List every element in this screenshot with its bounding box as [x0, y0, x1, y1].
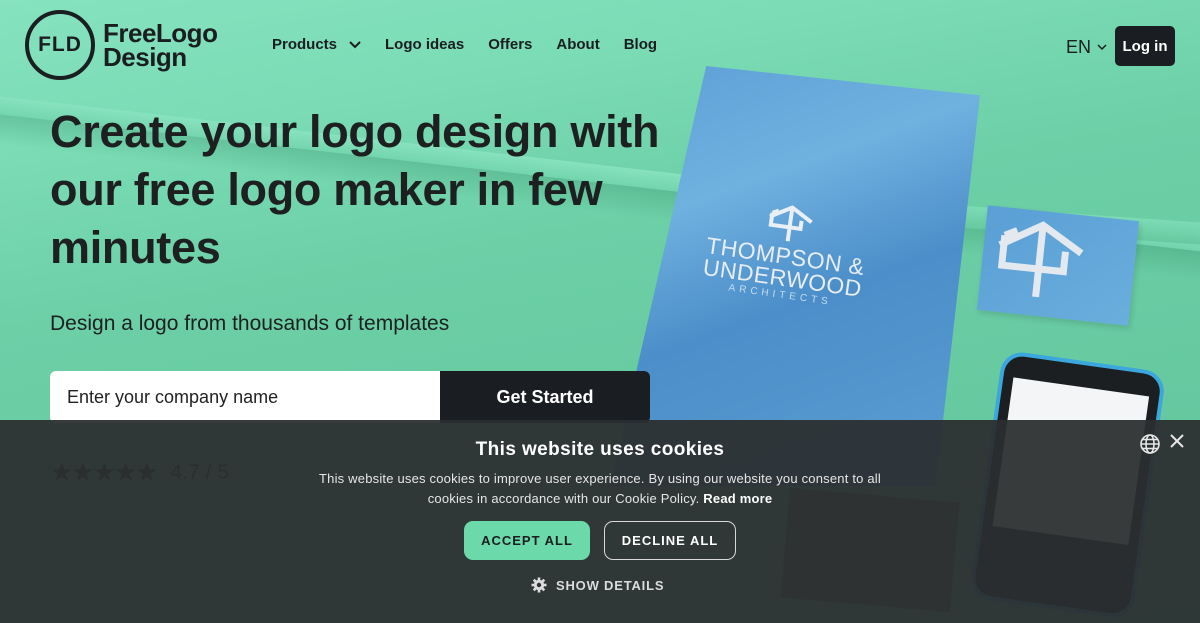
decline-all-button[interactable]: DECLINE ALL — [604, 521, 736, 560]
language-selector[interactable]: EN — [1066, 37, 1107, 58]
headline-line1: Create your logo design with — [50, 106, 660, 157]
cookie-banner: This website uses cookies This website u… — [0, 420, 1200, 623]
nav-products-label: Products — [272, 36, 338, 53]
cookie-body: This website uses cookies to improve use… — [300, 469, 900, 509]
nav-products[interactable]: Products — [272, 36, 361, 53]
brand-name-line2: Design — [103, 42, 187, 72]
read-more-link[interactable]: Read more — [703, 491, 772, 506]
cookie-title: This website uses cookies — [475, 439, 725, 460]
cookie-body-text: This website uses cookies to improve use… — [319, 471, 881, 506]
nav-blog[interactable]: Blog — [624, 36, 657, 53]
page-title: Create your logo design with our free lo… — [50, 103, 750, 277]
nav-about[interactable]: About — [556, 36, 599, 53]
close-icon[interactable] — [1170, 434, 1184, 448]
main-menu: Products Logo ideas Offers About Blog — [272, 36, 681, 53]
mockup-card — [976, 205, 1140, 326]
brand-name: FreeLogo Design — [103, 20, 218, 72]
top-nav: FLD FreeLogo Design Products Logo ideas … — [0, 0, 1200, 92]
house-logo-icon — [997, 221, 1084, 298]
signup-form: Get Started — [50, 371, 650, 423]
brand-mark: FLD — [25, 10, 95, 80]
headline-line2: our free logo maker in few — [50, 164, 603, 215]
accept-all-button[interactable]: ACCEPT ALL — [464, 521, 590, 560]
nav-offers[interactable]: Offers — [488, 36, 532, 53]
show-details-label: SHOW DETAILS — [556, 577, 665, 593]
company-name-input[interactable] — [50, 371, 440, 423]
language-label: EN — [1066, 37, 1092, 57]
login-button[interactable]: Log in — [1115, 26, 1175, 66]
show-details-toggle[interactable]: SHOW DETAILS — [531, 577, 664, 593]
nav-logo-ideas[interactable]: Logo ideas — [385, 36, 464, 53]
headline-line3: minutes — [50, 222, 221, 273]
get-started-button[interactable]: Get Started — [440, 371, 650, 423]
subheadline: Design a logo from thousands of template… — [50, 312, 450, 335]
gear-icon — [531, 577, 547, 593]
globe-icon[interactable] — [1139, 433, 1161, 455]
brand-logo[interactable]: FLD FreeLogo Design — [25, 10, 218, 80]
chevron-down-icon — [349, 40, 361, 48]
house-logo-icon — [768, 205, 813, 242]
chevron-down-icon — [1097, 44, 1107, 51]
